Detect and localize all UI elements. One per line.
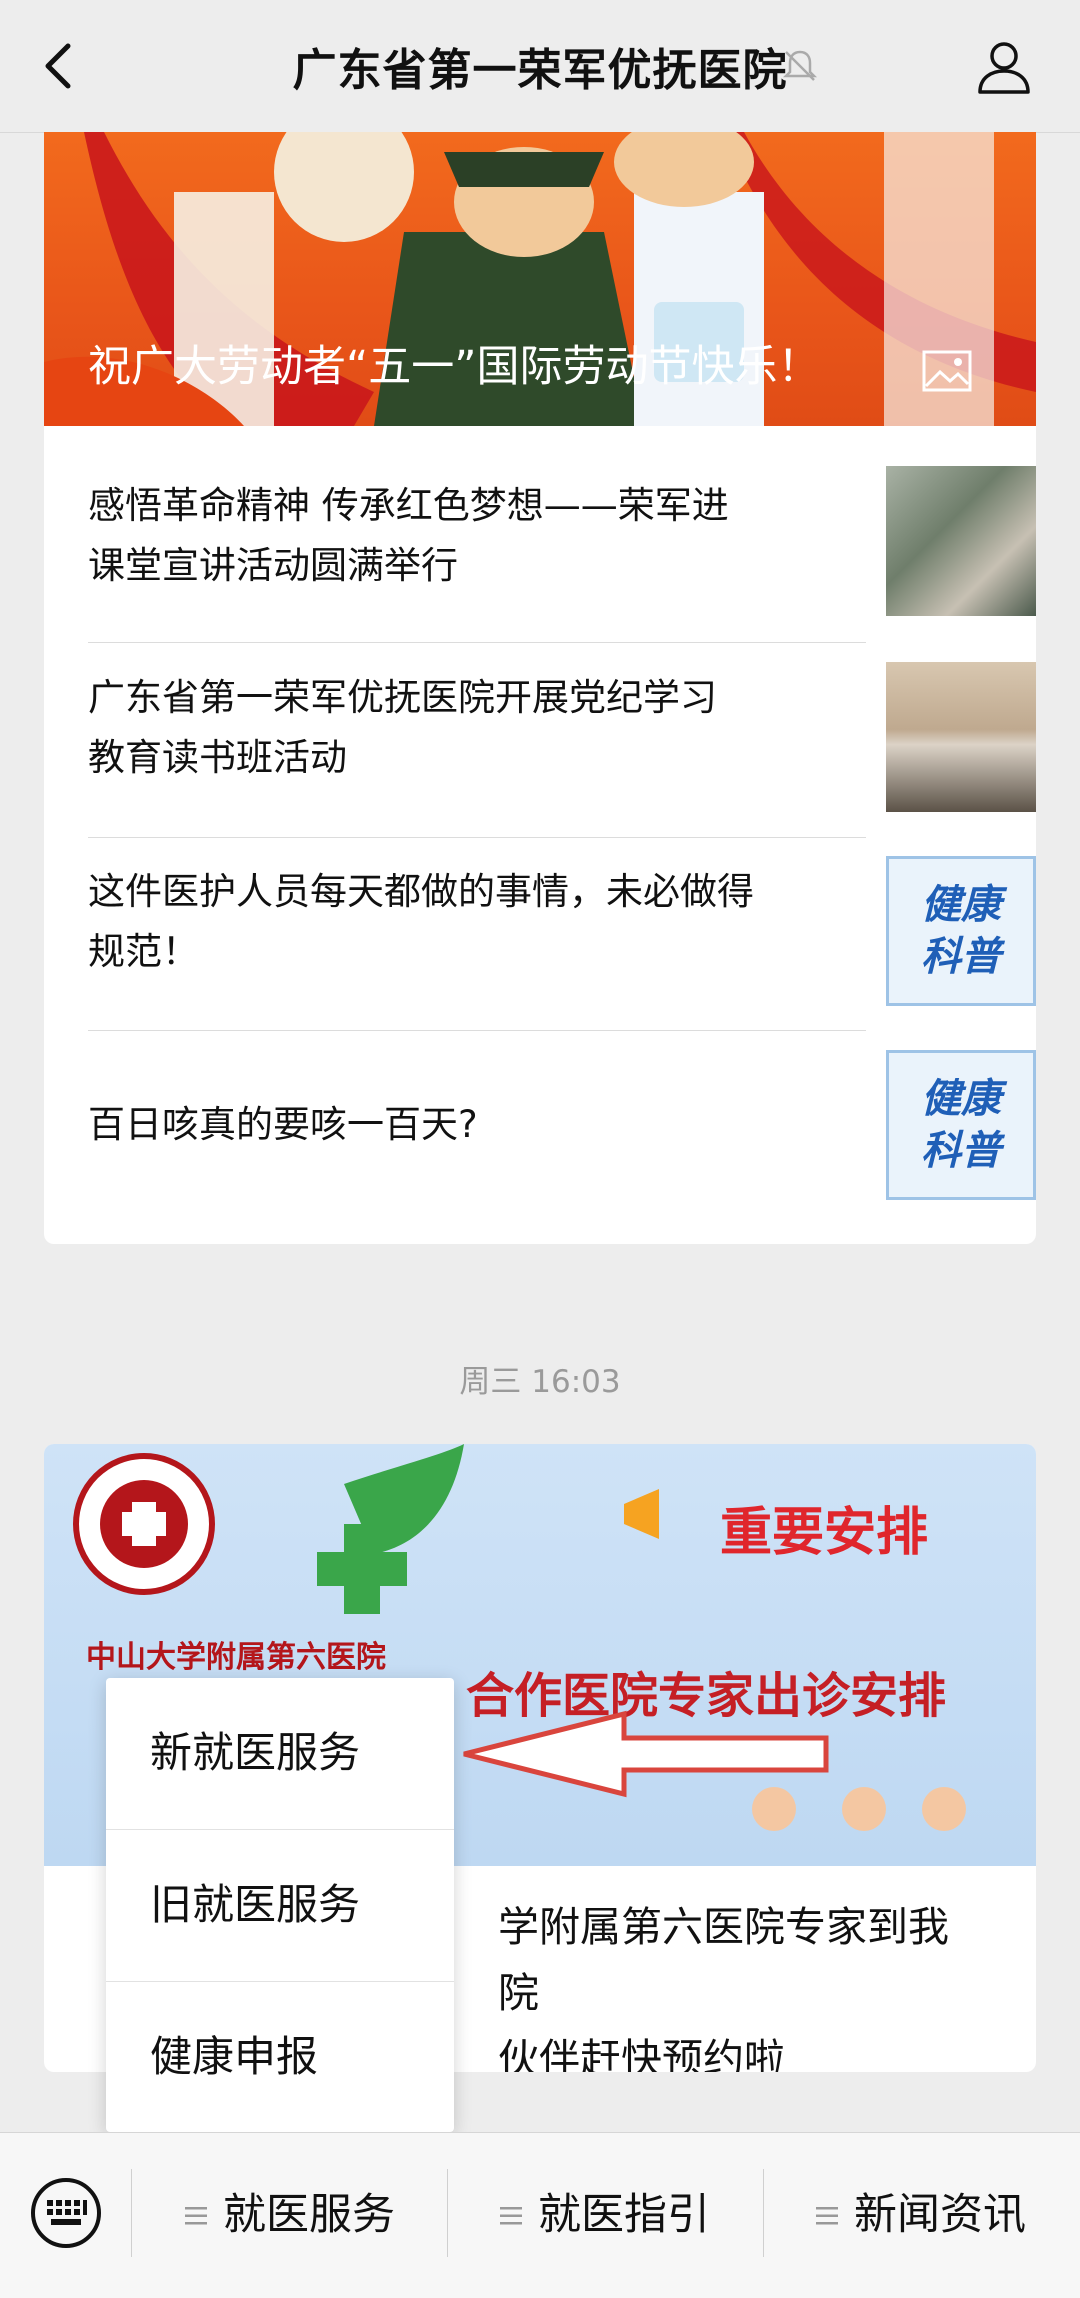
divider xyxy=(88,642,866,643)
person-icon[interactable] xyxy=(975,38,1033,96)
article-card[interactable]: 祝广大劳动者“五一”国际劳动节快乐！ 感悟革命精神 传承红色梦想——荣军进 课堂… xyxy=(44,132,1036,1244)
menu-lines-icon xyxy=(185,2206,207,2224)
news-thumbnail xyxy=(886,466,1036,616)
news-title: 广东省第一荣军优抚医院开展党纪学习 教育读书班活动 xyxy=(88,676,717,779)
menu-item-old-medical-service[interactable]: 旧就医服务 xyxy=(106,1830,454,1980)
news-title: 感悟革命精神 传承红色梦想——荣军进 课堂宣讲活动圆满举行 xyxy=(88,484,729,587)
list-item[interactable]: 感悟革命精神 传承红色梦想——荣军进 课堂宣讲活动圆满举行 xyxy=(88,466,1036,616)
menu-item-health-declaration[interactable]: 健康申报 xyxy=(106,1982,454,2132)
news-title: 这件医护人员每天都做的事情，未必做得 规范！ xyxy=(88,870,754,973)
submenu-popup: 新就医服务 旧就医服务 健康申报 xyxy=(106,1678,454,2132)
cover-banner[interactable]: 祝广大劳动者“五一”国际劳动节快乐！ xyxy=(44,132,1036,426)
list-item[interactable]: 这件医护人员每天都做的事情，未必做得 规范！ 健康 科普 xyxy=(88,856,1036,1006)
list-item[interactable]: 百日咳真的要咳一百天? 健康 科普 xyxy=(88,1050,1036,1200)
divider xyxy=(88,1030,866,1031)
menu-item-new-medical-service[interactable]: 新就医服务 xyxy=(106,1678,454,1828)
news-thumbnail xyxy=(886,662,1036,812)
divider xyxy=(88,837,866,838)
news-thumbnail: 健康 科普 xyxy=(886,1050,1036,1200)
keyboard-icon[interactable] xyxy=(30,2177,102,2249)
divider xyxy=(763,2169,764,2257)
menu-label: 就医指引 xyxy=(538,2190,710,2240)
menu-button-medical-service[interactable]: 就医服务 xyxy=(185,2133,395,2298)
menu-label: 就医服务 xyxy=(223,2190,395,2240)
list-item[interactable]: 广东省第一荣军优抚医院开展党纪学习 教育读书班活动 xyxy=(88,662,1036,812)
message-timestamp: 周三 16:03 xyxy=(459,1364,621,1400)
menu-lines-icon xyxy=(816,2206,838,2224)
menu-lines-icon xyxy=(500,2206,522,2224)
menu-label: 新闻资讯 xyxy=(854,2190,1026,2240)
top-nav-bar: 广东省第一荣军优抚医院 xyxy=(0,0,1080,133)
news-title: 百日咳真的要咳一百天? xyxy=(88,1103,478,1146)
divider xyxy=(131,2169,132,2257)
news-thumbnail: 健康 科普 xyxy=(886,856,1036,1006)
divider xyxy=(447,2169,448,2257)
menu-button-news[interactable]: 新闻资讯 xyxy=(816,2133,1026,2298)
image-icon xyxy=(922,350,972,392)
bottom-menu-bar: 就医服务 就医指引 新闻资讯 xyxy=(0,2132,1080,2298)
banner-caption: 祝广大劳动者“五一”国际劳动节快乐！ xyxy=(88,342,821,392)
menu-button-medical-guide[interactable]: 就医指引 xyxy=(500,2133,710,2298)
page-title: 广东省第一荣军优抚医院 xyxy=(292,45,788,96)
bell-off-icon xyxy=(782,50,818,81)
